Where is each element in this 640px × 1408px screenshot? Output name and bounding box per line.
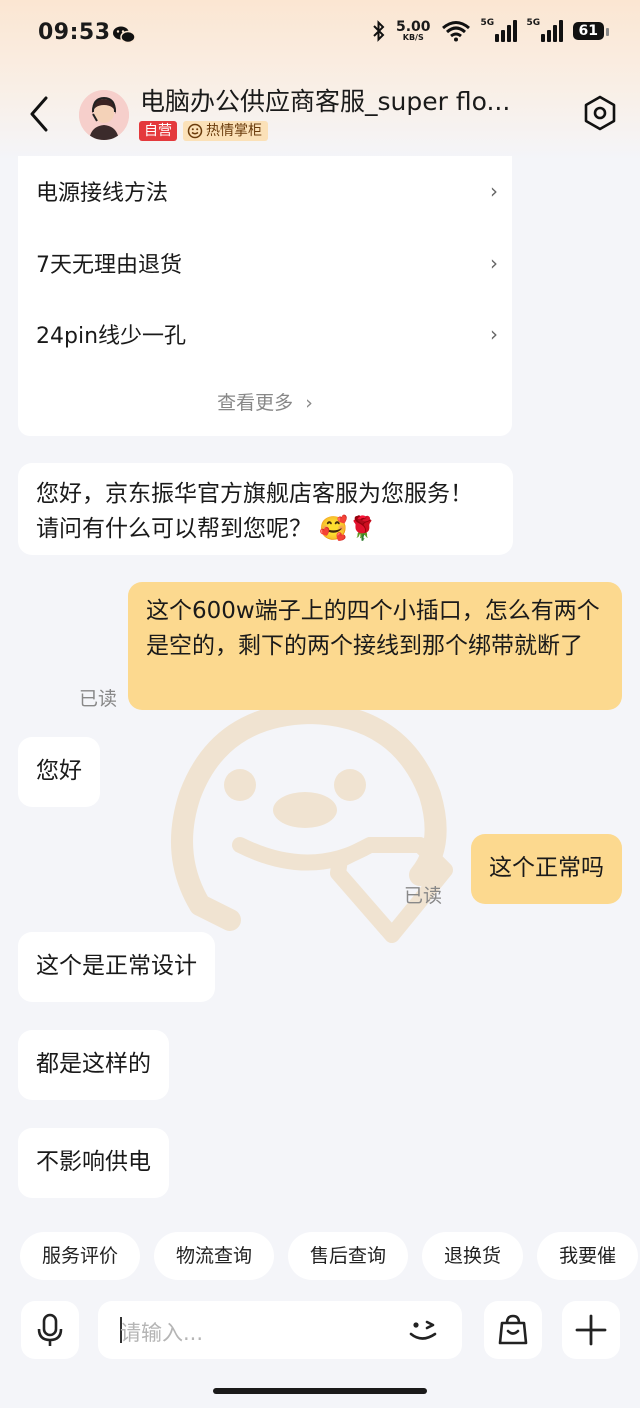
faq-item-label: 电源接线方法 (36, 181, 169, 206)
shopping-bag-icon (498, 1314, 528, 1345)
read-status: 已读 (79, 688, 118, 710)
chevron-right-icon: › (490, 179, 498, 203)
network-speed: 5.00 KB/S (396, 20, 431, 42)
signal-icon-1: 5G (481, 18, 517, 42)
watermark-mascot-icon (171, 705, 453, 943)
message-input[interactable]: 请输入... (98, 1301, 462, 1359)
smile-badge-icon (187, 123, 203, 139)
quick-reply-chip[interactable]: 退换货 (422, 1232, 524, 1280)
quick-reply-chip[interactable]: 服务评价 (20, 1232, 141, 1280)
outgoing-message: 这个正常吗 (471, 834, 622, 904)
wifi-icon (441, 21, 470, 42)
bluetooth-icon (373, 20, 385, 42)
order-bag-button[interactable] (484, 1301, 542, 1359)
faq-item-label: 7天无理由退货 (36, 253, 182, 278)
incoming-message: 不影响供电 (18, 1128, 169, 1198)
quick-reply-chip[interactable]: 物流查询 (154, 1232, 275, 1280)
message-text: 不影响供电 (36, 1149, 151, 1175)
agent-avatar[interactable] (79, 90, 129, 140)
self-operated-badge: 自营 (139, 121, 177, 141)
status-time: 09:53 (38, 20, 111, 45)
message-text: 这个是正常设计 (36, 953, 197, 979)
battery-icon: 61 (572, 22, 610, 40)
hot-shopkeeper-label: 热情掌柜 (206, 123, 262, 139)
voice-button[interactable] (21, 1301, 79, 1359)
faq-item-label: 24pin线少一孔 (36, 324, 187, 349)
status-icons: 5.00 KB/S 5G 5G 61 (372, 18, 610, 42)
incoming-message: 您好，京东振华官方旗舰店客服为您服务！请问有什么可以帮到您呢？ 🥰🌹 (18, 463, 513, 555)
chevron-right-icon: › (490, 322, 498, 346)
add-more-button[interactable] (562, 1301, 620, 1359)
message-emoji: 🥰🌹 (319, 516, 377, 542)
settings-hexagon-icon[interactable] (582, 95, 618, 131)
read-status: 已读 (404, 885, 443, 907)
agent-avatar-icon (79, 90, 129, 140)
microphone-icon (37, 1313, 63, 1346)
message-text: 这个正常吗 (489, 855, 604, 881)
message-text: 您好，京东振华官方旗舰店客服为您服务！请问有什么可以帮到您呢？ (36, 481, 473, 542)
quick-reply-bar: 服务评价 物流查询 售后查询 退换货 我要催 (20, 1232, 639, 1280)
input-bar: 请输入... (0, 1296, 640, 1378)
incoming-message: 都是这样的 (18, 1030, 169, 1100)
signal-icon-2: 5G (527, 18, 563, 42)
speed-value: 5.00 (395, 19, 431, 35)
message-text: 这个600w端子上的四个小插口，怎么有两个是空的，剩下的两个接线到那个绑带就断了 (146, 598, 600, 659)
incoming-message: 这个是正常设计 (18, 932, 215, 1002)
speed-unit: KB/S (402, 33, 424, 42)
home-indicator[interactable] (213, 1388, 427, 1394)
incoming-message: 您好 (18, 737, 100, 807)
faq-item[interactable]: 电源接线方法 › (36, 171, 498, 211)
message-text: 您好 (36, 758, 82, 784)
status-bar: 09:53 5.00 KB/S 5G 5G 61 (0, 0, 640, 70)
faq-card: 电源接线方法 › 7天无理由退货 › 24pin线少一孔 › 查看更多 › (18, 156, 512, 436)
wechat-notification-icon (113, 26, 136, 44)
chat-header: 电脑办公供应商客服_super flo... 自营 热情掌柜 (0, 80, 640, 152)
faq-item[interactable]: 24pin线少一孔 › (36, 314, 498, 354)
quick-reply-chip[interactable]: 售后查询 (288, 1232, 409, 1280)
plus-icon (575, 1314, 607, 1346)
shop-tags: 自营 热情掌柜 (139, 121, 268, 141)
outgoing-message: 这个600w端子上的四个小插口，怎么有两个是空的，剩下的两个接线到那个绑带就断了 (128, 582, 622, 710)
input-placeholder: 请输入... (120, 1321, 204, 1345)
hot-shopkeeper-badge: 热情掌柜 (183, 121, 268, 141)
quick-reply-chip[interactable]: 我要催 (537, 1232, 639, 1280)
message-text: 都是这样的 (36, 1051, 151, 1077)
chevron-right-icon: › (305, 392, 313, 414)
shop-name: 电脑办公供应商客服_super flo... (140, 87, 511, 116)
chevron-right-icon: › (490, 251, 498, 275)
faq-item[interactable]: 7天无理由退货 › (36, 243, 498, 283)
emoji-wink-icon[interactable] (406, 1315, 440, 1345)
back-arrow-icon[interactable] (26, 94, 56, 134)
view-more-label: 查看更多 (217, 392, 294, 414)
view-more-link[interactable]: 查看更多 › (18, 388, 512, 415)
